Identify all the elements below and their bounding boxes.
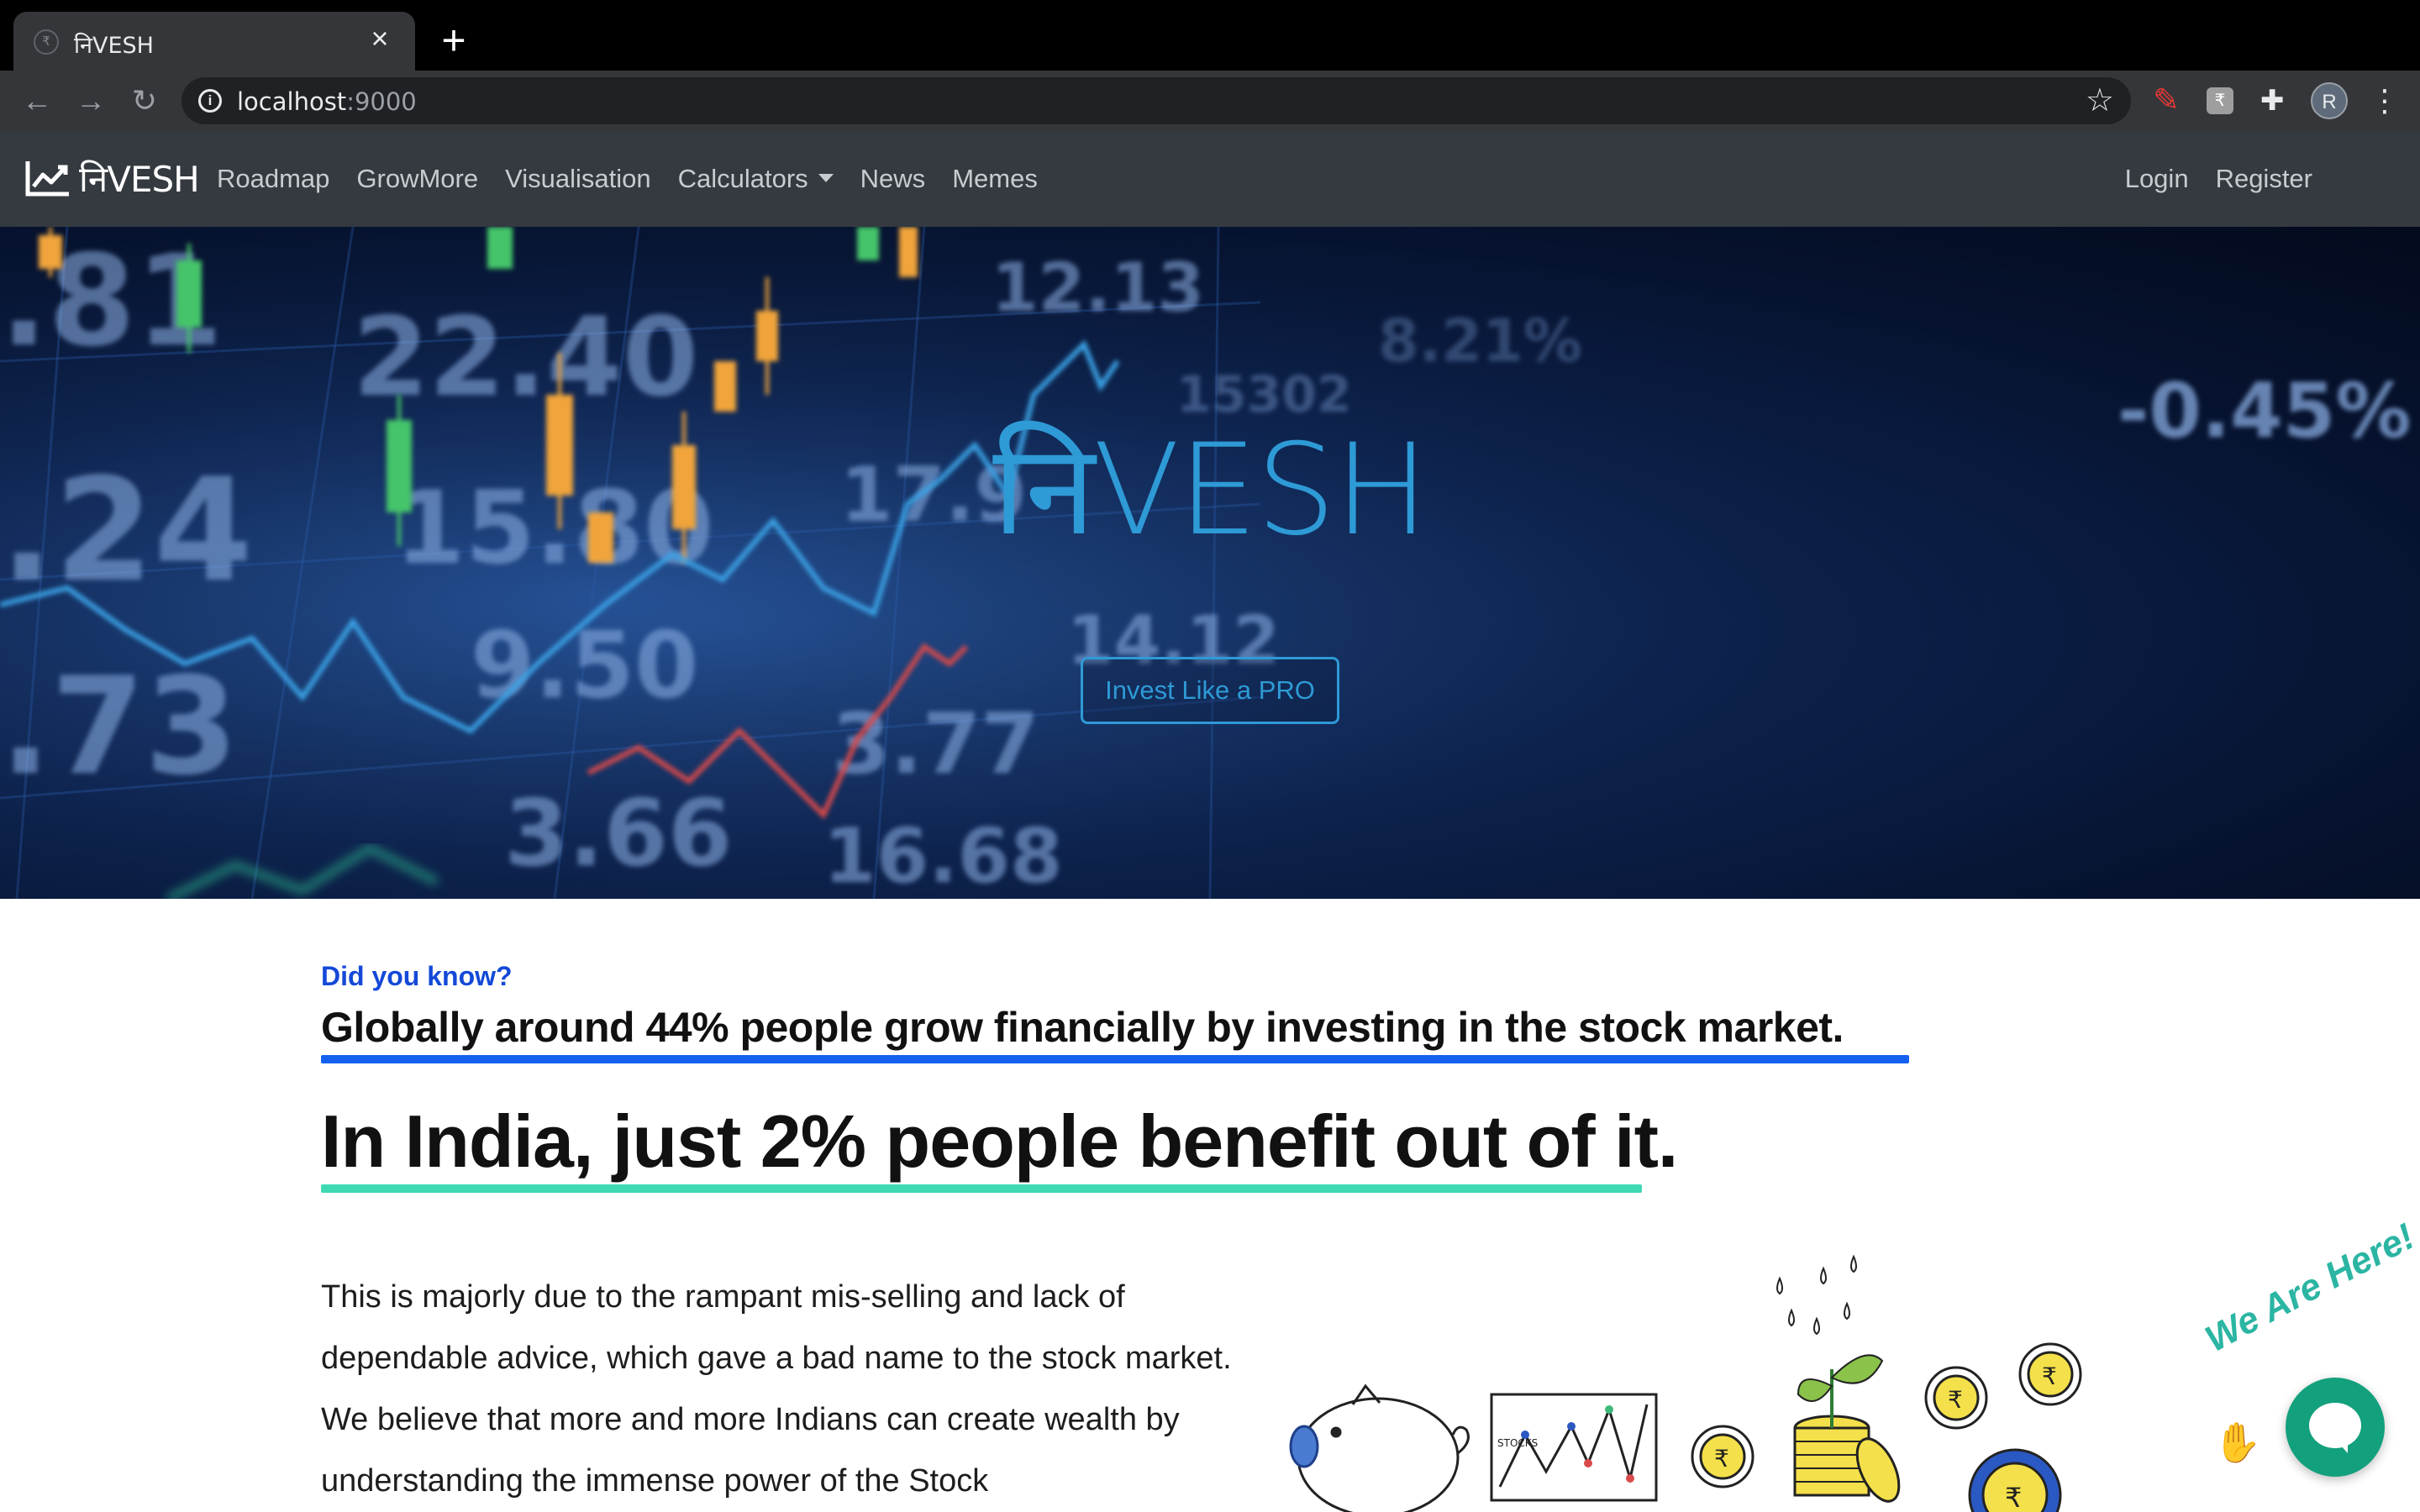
site-info-icon[interactable]: i [198, 89, 222, 113]
global-stat-headline: Globally around 44% people grow financia… [321, 1004, 1844, 1051]
headline-underline-blue [321, 1055, 1909, 1063]
svg-text:8.21%: 8.21% [1378, 307, 1582, 375]
profile-avatar[interactable]: R [2311, 82, 2348, 119]
plant-coin-stack-icon [1776, 1254, 1901, 1503]
tab-close-icon[interactable]: × [363, 22, 397, 55]
svg-text:.73: .73 [0, 648, 238, 805]
nav-calculators-label: Calculators [677, 164, 808, 193]
tab-title: निVESH [74, 33, 154, 59]
svg-text:9.50: 9.50 [471, 612, 698, 719]
nav-visualisation[interactable]: Visualisation [505, 161, 650, 197]
intro-paragraph: This is majorly due to the rampant mis-s… [321, 1279, 1232, 1499]
browser-tabstrip: ₹ निVESH × + [0, 0, 2420, 71]
reload-icon[interactable]: ↻ [124, 81, 165, 121]
nav-news[interactable]: News [860, 161, 926, 197]
chat-bubble-tail [2333, 1436, 2348, 1453]
coin-icon: ₹ [2018, 1342, 2082, 1406]
nav-roadmap[interactable]: Roadmap [217, 161, 329, 197]
hero-banner: .81 .24 .73 22.40 15.80 9.50 17.9 12.13 … [0, 227, 2420, 899]
nav-memes[interactable]: Memes [952, 161, 1038, 197]
svg-text:₹: ₹ [2005, 1482, 2022, 1512]
waving-hand-icon: ✋ [2213, 1420, 2262, 1464]
site-navbar: निVESH Roadmap GrowMore Visualisation Ca… [0, 131, 2420, 227]
chart-line-icon [25, 161, 69, 197]
coin-icon: ₹ [1691, 1425, 1754, 1488]
rupee-extension-icon[interactable]: ₹ [2207, 87, 2233, 114]
headline-underline-green [321, 1184, 1642, 1193]
chat-launcher-button[interactable] [2286, 1378, 2385, 1477]
svg-text:₹: ₹ [2042, 1362, 2057, 1390]
coin-icon: ₹ [1924, 1366, 1988, 1430]
forward-icon[interactable]: → [71, 81, 111, 121]
coin-icon: ₹ [1968, 1448, 2062, 1512]
browser-toolbar: ← → ↻ i localhost:9000 ☆ ✎ ₹ ✚ R ⋮ [0, 71, 2420, 131]
svg-text:₹: ₹ [1714, 1445, 1729, 1473]
url-text: localhost:9000 [237, 87, 417, 116]
browser-menu-icon[interactable]: ⋮ [2368, 82, 2402, 119]
nav-growmore[interactable]: GrowMore [356, 161, 478, 197]
browser-tab[interactable]: ₹ निVESH × [13, 12, 415, 71]
svg-text:STOCKS: STOCKS [1497, 1437, 1538, 1449]
nav-auth-links: Login Register [2098, 161, 2312, 197]
india-stat-headline: In India, just 2% people benefit out of … [321, 1100, 1678, 1183]
investment-illustration: STOCKS ₹ ₹ ₹ ₹ [1289, 1254, 2082, 1512]
caret-down-icon [818, 173, 834, 182]
svg-text:₹: ₹ [1948, 1386, 1963, 1414]
extensions-puzzle-icon[interactable]: ✚ [2260, 84, 2294, 118]
back-icon[interactable]: ← [17, 81, 57, 121]
nav-login[interactable]: Login [2125, 161, 2189, 197]
favicon-icon: ₹ [34, 29, 59, 55]
svg-text:3.77: 3.77 [832, 695, 1039, 793]
address-bar[interactable]: i localhost:9000 ☆ [182, 77, 2131, 124]
invest-like-a-pro-button[interactable]: Invest Like a PRO [1081, 657, 1339, 724]
did-you-know-label: Did you know? [321, 961, 513, 991]
new-tab-button[interactable]: + [432, 18, 476, 62]
brand-name: निVESH [79, 158, 200, 200]
piggy-bank-icon [1289, 1383, 1470, 1512]
nav-links: Roadmap GrowMore Visualisation Calculato… [217, 161, 1065, 197]
nav-register[interactable]: Register [2216, 161, 2312, 197]
svg-text:12.13: 12.13 [992, 249, 1204, 327]
brand-link[interactable]: निVESH [25, 156, 200, 200]
stock-chart-icon: STOCKS [1490, 1393, 1658, 1502]
bookmark-star-icon[interactable]: ☆ [2086, 82, 2114, 119]
hero-title: निVESH [992, 417, 1429, 564]
svg-text:16.68: 16.68 [823, 812, 1063, 899]
svg-text:3.66: 3.66 [504, 780, 732, 887]
nav-calculators-dropdown[interactable]: Calculators [678, 161, 834, 197]
pen-extension-icon[interactable]: ✎ [2153, 84, 2186, 118]
chat-we-are-here-label: We Are Here! [2198, 1215, 2420, 1361]
